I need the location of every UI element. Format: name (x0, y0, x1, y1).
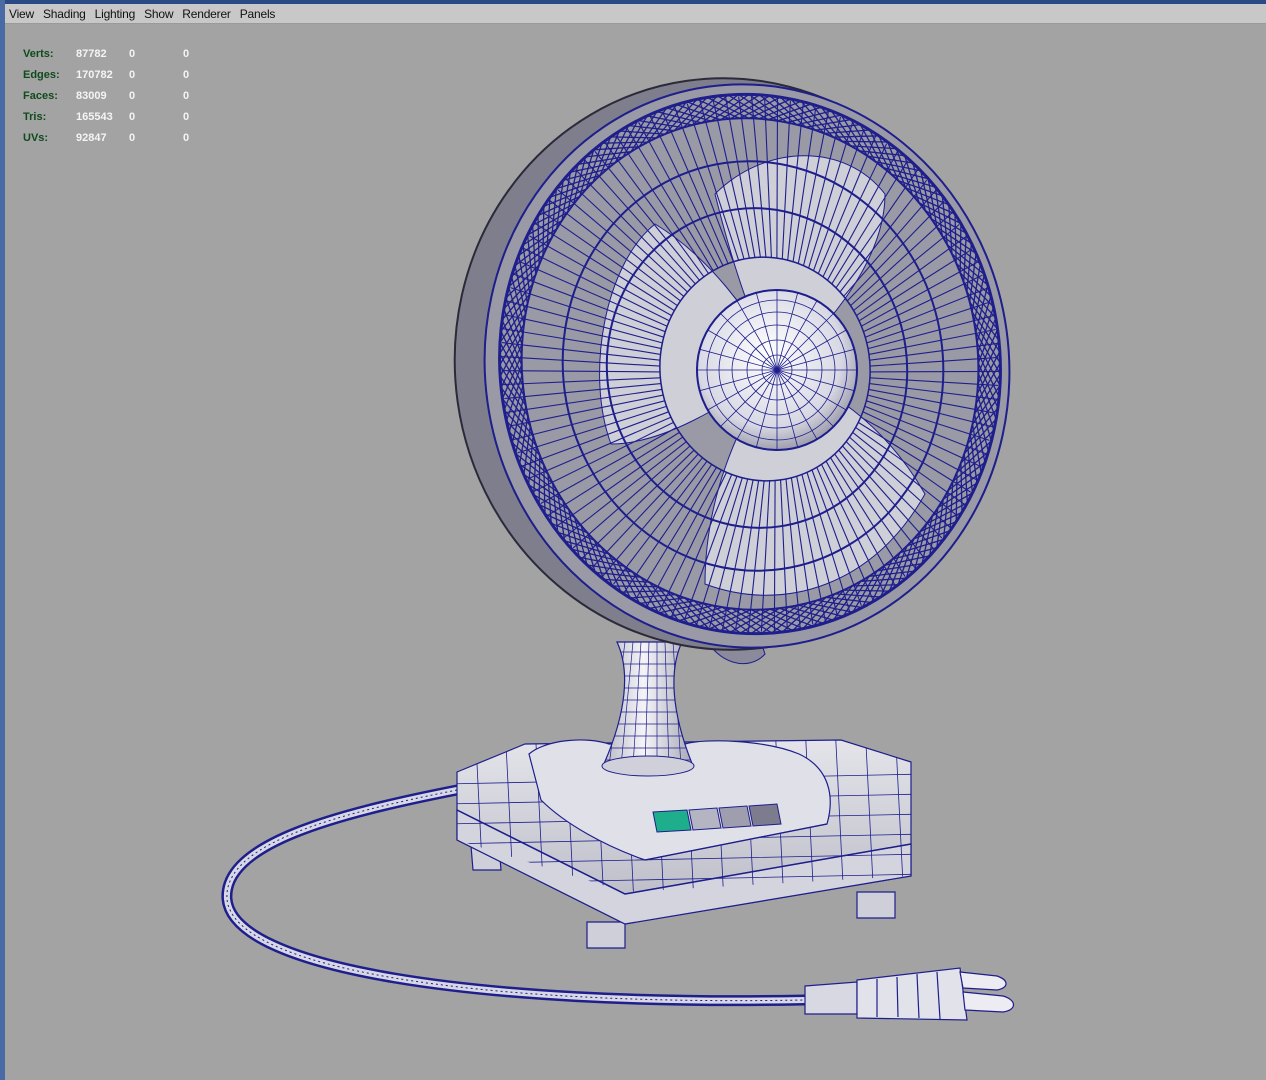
menu-view[interactable]: View (9, 7, 34, 21)
menu-panels[interactable]: Panels (240, 7, 276, 21)
plug (804, 967, 1015, 1021)
hud-value: 0 (129, 132, 136, 144)
hud-value: 0 (129, 48, 136, 60)
hud-label: UVs: (23, 132, 49, 144)
hud-label: Faces: (23, 90, 58, 102)
hud-value: 0 (129, 90, 136, 102)
3d-viewport[interactable]: Verts: 87782 0 0 Edges: 170782 0 0 Faces… (5, 24, 1266, 1080)
hud-value: 0 (129, 69, 136, 81)
hud-label: Edges: (23, 69, 60, 81)
hud-label: Verts: (23, 48, 54, 60)
hud-value: 87782 (76, 48, 107, 60)
fan-head (453, 77, 1011, 651)
fan-neck (601, 641, 695, 777)
hud-value: 0 (183, 48, 190, 60)
hud-value: 165543 (76, 111, 113, 123)
switch-on-button (652, 809, 692, 833)
menu-lighting[interactable]: Lighting (95, 7, 136, 21)
hud-value: 83009 (76, 90, 107, 102)
hud-value: 0 (183, 90, 190, 102)
menu-renderer[interactable]: Renderer (182, 7, 231, 21)
hud-value: 0 (183, 111, 190, 123)
hud-value: 92847 (76, 132, 107, 144)
viewport-menu-bar: View Shading Lighting Show Renderer Pane… (5, 4, 1266, 24)
hud-label: Tris: (23, 111, 47, 123)
hud-value: 0 (129, 111, 136, 123)
menu-shading[interactable]: Shading (43, 7, 86, 21)
fan-model-render[interactable] (5, 24, 1266, 1080)
hud-value: 0 (183, 69, 190, 81)
hud-value: 170782 (76, 69, 113, 81)
menu-show[interactable]: Show (144, 7, 173, 21)
hud-value: 0 (183, 132, 190, 144)
